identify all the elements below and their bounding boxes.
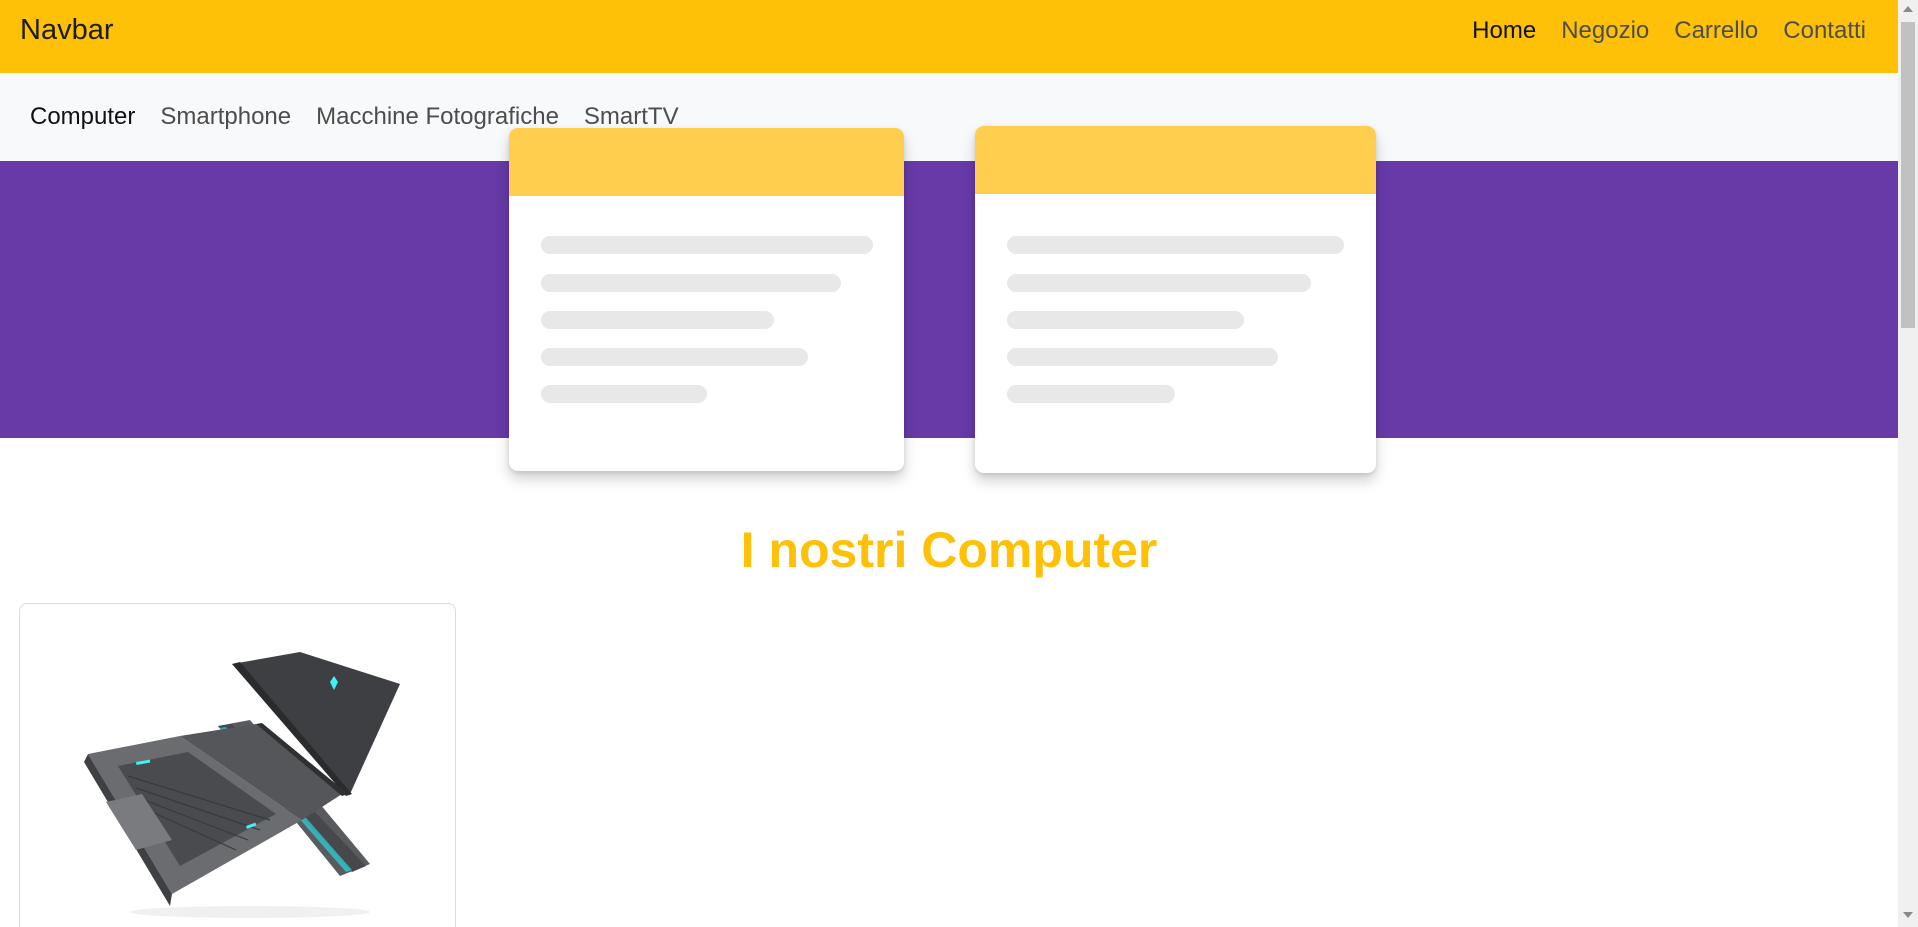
nav-link-negozio[interactable]: Negozio (1561, 14, 1649, 48)
section-title: I nostri Computer (740, 522, 1158, 578)
laptop-icon (84, 652, 400, 918)
placeholder-line (541, 385, 707, 403)
placeholder-line (541, 236, 873, 254)
placeholder-line (1007, 385, 1175, 403)
vertical-scrollbar[interactable] (1898, 0, 1918, 927)
category-navbar: Computer Smartphone Macchine Fotografich… (0, 73, 1898, 161)
nav-link-contatti[interactable]: Contatti (1783, 14, 1866, 48)
placeholder-line (1007, 274, 1311, 292)
hero-banner (0, 161, 1898, 438)
placeholder-line (1007, 311, 1244, 329)
product-card[interactable] (19, 603, 456, 927)
placeholder-line (1007, 236, 1344, 254)
placeholder-line (1007, 348, 1278, 366)
nav-link-carrello[interactable]: Carrello (1674, 14, 1758, 48)
placeholder-card (975, 126, 1376, 473)
category-link-computer[interactable]: Computer (30, 100, 135, 134)
placeholder-line (541, 348, 808, 366)
placeholder-card-header (975, 126, 1376, 194)
scrollbar-thumb[interactable] (1901, 22, 1915, 328)
nav-link-home[interactable]: Home (1472, 14, 1536, 48)
navbar-brand[interactable]: Navbar (20, 12, 114, 48)
placeholder-card-header (509, 128, 904, 196)
category-link-smartphone[interactable]: Smartphone (160, 100, 291, 134)
placeholder-line (541, 311, 774, 329)
placeholder-line (541, 274, 841, 292)
placeholder-card (509, 128, 904, 471)
scroll-up-arrow-icon[interactable] (1903, 6, 1913, 12)
scroll-down-arrow-icon[interactable] (1903, 912, 1913, 918)
page: Navbar Home Negozio Carrello Contatti Co… (0, 0, 1918, 927)
top-nav-links: Home Negozio Carrello Contatti (1472, 14, 1866, 48)
top-navbar: Navbar Home Negozio Carrello Contatti (0, 0, 1898, 73)
